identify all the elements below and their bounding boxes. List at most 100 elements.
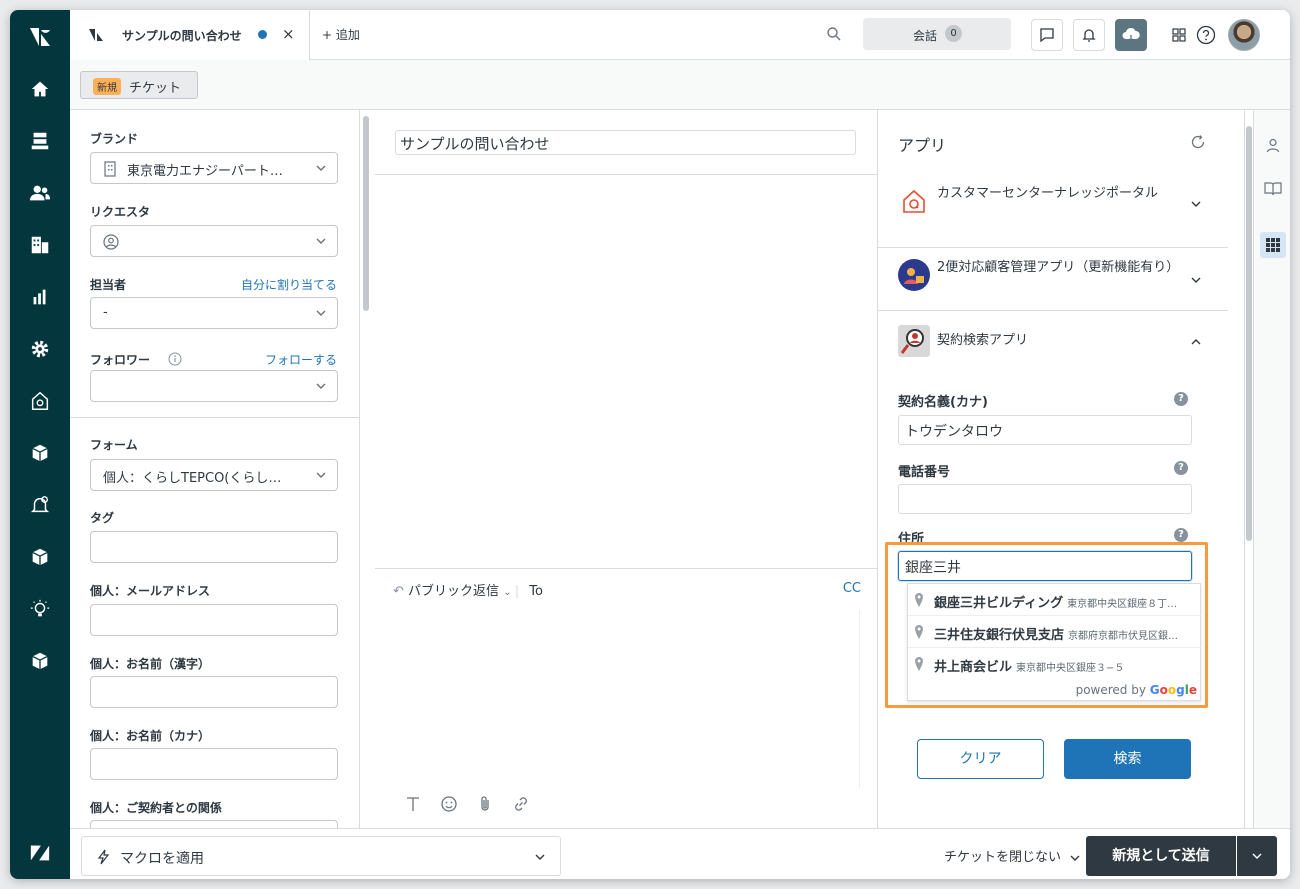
knowledge-book-icon[interactable] [1260, 176, 1286, 202]
customers-icon[interactable] [27, 180, 53, 206]
form-label: フォーム [90, 438, 138, 452]
home-icon[interactable] [27, 76, 53, 102]
google-logo-letter: g [1176, 683, 1185, 697]
ticket-tab[interactable]: サンプルの問い合わせ × [70, 10, 310, 60]
clear-button[interactable]: クリア [917, 739, 1044, 779]
suggestion-item[interactable]: 三井住友銀行伏見支店 京都府京都市伏見区銀… [908, 616, 1202, 648]
building-icon [104, 161, 116, 177]
requester-label: リクエスタ [90, 205, 151, 219]
app-cube-icon-3[interactable] [27, 648, 53, 674]
lightning-icon [97, 849, 110, 865]
reply-mode-selector[interactable]: ↶ パブリック返信 ⌄ | To [393, 580, 543, 599]
email-input[interactable] [90, 604, 338, 636]
google-logo-letter: G [1149, 683, 1160, 697]
suggestion-sub: 東京都中央区銀座８丁… [1067, 599, 1178, 610]
name-kana-input[interactable] [90, 748, 338, 780]
link-icon[interactable] [512, 795, 530, 813]
chat-icon[interactable] [1031, 19, 1063, 51]
user-avatar[interactable] [1228, 19, 1260, 51]
suggestion-main: 井上商会ビル [934, 660, 1013, 675]
suggestion-main: 三井住友銀行伏見支店 [934, 628, 1065, 643]
apps-scrollbar[interactable] [1246, 126, 1252, 541]
suggestion-sub: 京都府京都市伏見区銀… [1068, 631, 1179, 642]
follower-label: フォロワー [90, 353, 151, 367]
alert-bell-icon[interactable] [27, 492, 53, 518]
to-label: To [529, 584, 543, 599]
left-panel-scrollbar[interactable] [363, 116, 369, 311]
search-icon[interactable] [826, 26, 842, 42]
ticket-subbar: 新規 チケット [70, 60, 1290, 110]
refresh-icon[interactable] [1190, 134, 1206, 150]
help-icon[interactable]: ? [1174, 392, 1188, 406]
phone-input[interactable] [898, 484, 1192, 514]
email-label: 個人：メールアドレス [90, 584, 211, 598]
suggestion-item[interactable]: 銀座三井ビルディング 東京都中央区銀座８丁… [908, 584, 1202, 616]
user-profile-icon[interactable] [1260, 132, 1286, 158]
app-cube-icon[interactable] [27, 440, 53, 466]
customer-management-icon [898, 259, 930, 291]
add-tab-button[interactable]: + 追加 [322, 26, 360, 43]
brand-select[interactable]: 東京電力エナジーパート… [90, 152, 338, 184]
location-pin-icon [915, 657, 923, 671]
submit-as-new-button[interactable]: 新規として送信 [1086, 836, 1236, 876]
chevron-up-icon[interactable] [1190, 336, 1202, 348]
ticket-footer: マクロを適用 チケットを閉じない 新規として送信 [70, 828, 1290, 879]
organizations-icon[interactable] [27, 232, 53, 258]
chevron-down-icon [1191, 201, 1201, 207]
zendesk-z-icon[interactable] [27, 840, 53, 866]
views-icon[interactable] [27, 128, 53, 154]
assign-self-link[interactable]: 自分に割り当てる [241, 276, 337, 293]
submit-options-button[interactable] [1237, 836, 1277, 876]
conversations-count: 0 [945, 25, 962, 42]
app-customer-management[interactable]: 2便対応顧客管理アプリ（更新機能有り） [878, 247, 1228, 311]
conversation-pane: サンプルの問い合わせ ↶ パブリック返信 ⌄ | To CC [375, 110, 878, 828]
text-format-icon[interactable] [404, 795, 422, 813]
form-select[interactable]: 個人：くらしTEPCO(くらし… [90, 459, 338, 491]
knowledge-portal-icon [903, 189, 925, 213]
app-knowledge-portal[interactable]: カスタマーセンターナレッジポータル [878, 172, 1228, 236]
name-kanji-input[interactable] [90, 676, 338, 708]
follower-select[interactable] [90, 370, 338, 402]
zendesk-logo-icon[interactable] [28, 26, 52, 48]
subject-input[interactable]: サンプルの問い合わせ [395, 130, 856, 155]
info-icon[interactable] [168, 352, 182, 366]
reporting-icon[interactable] [27, 284, 53, 310]
address-label: 住所 [898, 532, 925, 547]
suggestion-item[interactable]: 井上商会ビル 東京都中央区銀座３−５ [908, 648, 1202, 680]
ticket-breadcrumb[interactable]: 新規 チケット [80, 71, 198, 99]
help-icon[interactable] [1190, 19, 1222, 51]
follow-link[interactable]: フォローする [265, 351, 337, 368]
close-tab-icon[interactable]: × [282, 25, 295, 43]
relation-input[interactable] [90, 820, 338, 828]
status-badge: 新規 [93, 78, 121, 95]
apps-grid-icon[interactable] [1260, 232, 1286, 258]
separator: | [514, 584, 524, 599]
apply-macro-select[interactable]: マクロを適用 [81, 836, 561, 876]
contract-name-input[interactable]: トウデンタロウ [898, 415, 1192, 445]
divider [375, 568, 878, 569]
emoji-icon[interactable] [440, 795, 458, 813]
reply-mode-label: パブリック返信 [408, 584, 500, 599]
cloud-app-icon[interactable] [1115, 19, 1147, 51]
search-button[interactable]: 検索 [1064, 739, 1191, 779]
tags-label: タグ [90, 511, 115, 525]
cc-link[interactable]: CC [843, 581, 861, 596]
chevron-down-icon [316, 165, 326, 171]
attachment-icon[interactable] [476, 795, 494, 813]
google-logo: Google [1150, 683, 1197, 697]
close-ticket-option[interactable]: チケットを閉じない [944, 846, 1081, 865]
assignee-select[interactable]: - [90, 297, 338, 329]
knowledge-app-icon[interactable] [27, 388, 53, 414]
notifications-bell-icon[interactable] [1073, 19, 1105, 51]
conversations-button[interactable]: 会話 0 [863, 18, 1011, 50]
tags-input[interactable] [90, 531, 338, 563]
app-window: サンプルの問い合わせ × + 追加 会話 0 新規 チケット ブランド 東京電力… [10, 10, 1290, 879]
requester-select[interactable] [90, 225, 338, 257]
lightbulb-icon[interactable] [27, 596, 53, 622]
help-icon[interactable]: ? [1174, 461, 1188, 475]
address-input[interactable]: 銀座三井 [898, 551, 1192, 581]
help-icon[interactable]: ? [1174, 528, 1188, 542]
app-cube-icon-2[interactable] [27, 544, 53, 570]
context-rail [1253, 110, 1290, 828]
admin-gear-icon[interactable] [27, 336, 53, 362]
